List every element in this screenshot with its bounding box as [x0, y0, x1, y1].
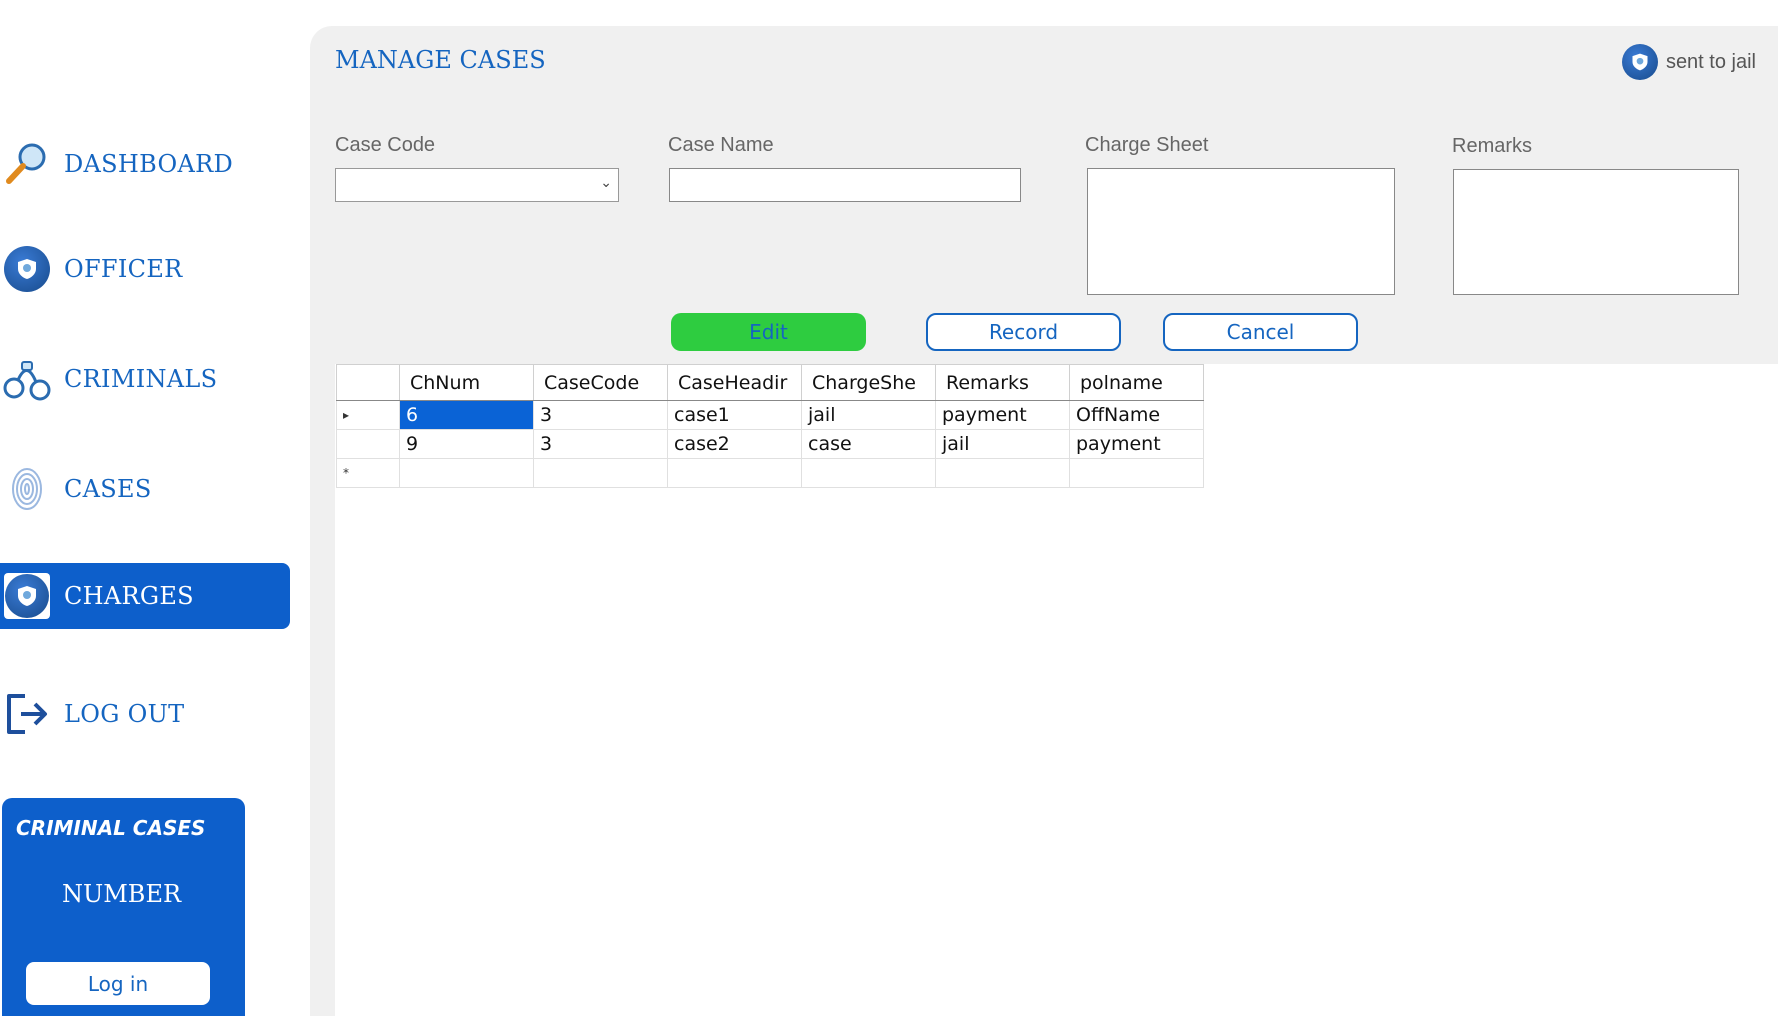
- magnifier-icon: [2, 139, 52, 189]
- table-cell[interactable]: [533, 458, 668, 488]
- column-header-polname[interactable]: polname: [1069, 364, 1204, 401]
- handcuffs-icon: [2, 354, 52, 404]
- remarks-input[interactable]: [1453, 169, 1739, 295]
- sidebar-item-officer[interactable]: OFFICER: [0, 237, 290, 301]
- table-row[interactable]: 9 3 case2 case jail payment: [336, 429, 1204, 459]
- stats-title: CRIMINAL CASES: [16, 816, 206, 840]
- cancel-button[interactable]: Cancel: [1163, 313, 1358, 351]
- case-name-input[interactable]: [669, 168, 1021, 202]
- remarks-label: Remarks: [1452, 135, 1533, 157]
- table-cell[interactable]: payment: [935, 400, 1070, 430]
- table-cell[interactable]: OffName: [1069, 400, 1204, 430]
- column-header-remarks[interactable]: Remarks: [935, 364, 1070, 401]
- police-badge-icon: [2, 244, 52, 294]
- table-cell[interactable]: jail: [935, 429, 1070, 459]
- table-cell[interactable]: case2: [667, 429, 802, 459]
- current-row-marker: ▸: [336, 400, 400, 430]
- police-badge-icon: [1621, 44, 1658, 80]
- column-header-caseheading[interactable]: CaseHeadir: [667, 364, 802, 401]
- chevron-down-icon[interactable]: ⌄: [600, 175, 612, 191]
- sidebar-item-label: CHARGES: [64, 582, 194, 610]
- new-row-marker: *: [336, 458, 400, 488]
- police-badge-icon: [2, 571, 52, 621]
- table-cell[interactable]: [801, 458, 936, 488]
- sidebar-item-cases[interactable]: CASES: [0, 457, 290, 521]
- table-cell[interactable]: jail: [801, 400, 936, 430]
- table-cell[interactable]: 3: [533, 429, 668, 459]
- login-button[interactable]: Log in: [26, 962, 210, 1005]
- fingerprint-icon: [2, 464, 52, 514]
- sidebar-item-label: CASES: [64, 475, 152, 503]
- table-cell[interactable]: payment: [1069, 429, 1204, 459]
- table-cell[interactable]: case: [801, 429, 936, 459]
- table-cell[interactable]: 6: [399, 400, 534, 430]
- sidebar-item-dashboard[interactable]: DASHBOARD: [0, 132, 290, 196]
- row-header-corner: [336, 364, 400, 401]
- case-code-select[interactable]: ⌄: [335, 168, 619, 202]
- table-cell[interactable]: [1069, 458, 1204, 488]
- column-header-chargesheet[interactable]: ChargeShe: [801, 364, 936, 401]
- main-panel: MANAGE CASES sent to jail Case Code ⌄ Ca…: [310, 26, 1778, 1016]
- charges-grid[interactable]: ChNum CaseCode CaseHeadir ChargeShe Rema…: [336, 364, 1204, 488]
- user-status-label: sent to jail: [1665, 50, 1756, 73]
- logout-icon: [2, 689, 52, 739]
- case-code-label: Case Code: [335, 134, 436, 156]
- new-row[interactable]: *: [336, 458, 1204, 488]
- criminal-cases-card: CRIMINAL CASES NUMBER Log in: [2, 798, 245, 1016]
- column-header-casecode[interactable]: CaseCode: [533, 364, 668, 401]
- table-row[interactable]: ▸ 6 3 case1 jail payment OffName: [336, 400, 1204, 430]
- edit-button[interactable]: Edit: [671, 313, 866, 351]
- sidebar-item-label: CRIMINALS: [64, 365, 218, 393]
- page-title: MANAGE CASES: [335, 46, 546, 74]
- grid-header-row: ChNum CaseCode CaseHeadir ChargeShe Rema…: [336, 364, 1204, 401]
- user-chip: sent to jail: [1621, 44, 1756, 80]
- table-cell[interactable]: [667, 458, 802, 488]
- sidebar-item-label: LOG OUT: [64, 700, 185, 728]
- case-name-label: Case Name: [668, 134, 774, 156]
- table-cell[interactable]: [935, 458, 1070, 488]
- table-cell[interactable]: 9: [399, 429, 534, 459]
- column-header-chnum[interactable]: ChNum: [399, 364, 534, 401]
- record-button[interactable]: Record: [926, 313, 1121, 351]
- charge-sheet-label: Charge Sheet: [1085, 134, 1209, 156]
- table-cell[interactable]: 3: [533, 400, 668, 430]
- sidebar-item-logout[interactable]: LOG OUT: [0, 682, 290, 746]
- sidebar-item-charges[interactable]: CHARGES: [0, 563, 290, 629]
- sidebar: DASHBOARD OFFICER CRIMINALS CASES CHARGE…: [0, 0, 300, 1016]
- table-cell[interactable]: [399, 458, 534, 488]
- sidebar-item-criminals[interactable]: CRIMINALS: [0, 347, 290, 411]
- sidebar-item-label: DASHBOARD: [64, 150, 234, 178]
- table-cell[interactable]: case1: [667, 400, 802, 430]
- charge-sheet-input[interactable]: [1087, 168, 1395, 295]
- row-header: [336, 429, 400, 459]
- sidebar-item-label: OFFICER: [64, 255, 183, 283]
- stats-number-label: NUMBER: [62, 880, 182, 908]
